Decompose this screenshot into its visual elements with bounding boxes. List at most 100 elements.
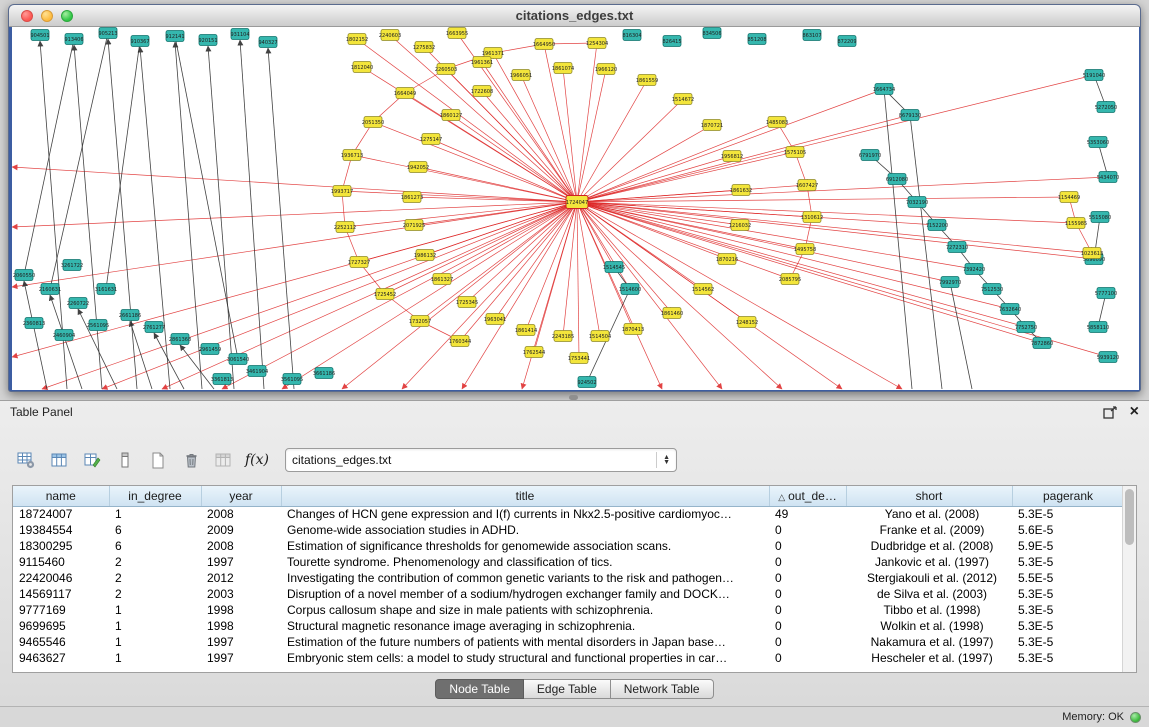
graph-node[interactable]: 1248152 [736,317,758,328]
graph-edge[interactable] [884,89,912,389]
graph-node[interactable]: 1275147 [420,134,442,145]
graph-edge[interactable] [563,202,577,336]
graph-node[interactable]: 872209 [837,36,856,47]
graph-node[interactable]: 1310612 [801,212,823,223]
table-row[interactable]: 1872400712008Changes of HCN gene express… [13,506,1124,522]
graph-node[interactable]: 2252112 [334,222,356,233]
show-columns-icon[interactable] [47,448,71,472]
graph-node[interactable]: 1986132 [414,250,436,261]
graph-node[interactable]: 2051350 [362,117,384,128]
graph-edge[interactable] [577,177,1108,202]
graph-node[interactable]: 1275832 [413,42,435,53]
graph-node[interactable]: 7272310 [946,242,968,253]
graph-edge[interactable] [74,45,102,389]
graph-node[interactable]: 1485083 [766,117,788,128]
table-row[interactable]: 946554611997Estimation of the future num… [13,634,1124,650]
close-window-button[interactable] [21,10,33,22]
graph-node[interactable]: 7392420 [963,264,985,275]
graph-node[interactable]: 1936713 [341,150,363,161]
graph-node[interactable]: 1725345 [456,297,478,308]
graph-node[interactable]: 904501 [30,30,49,41]
graph-node[interactable]: 1870721 [701,120,723,131]
graph-edge[interactable] [577,202,1108,357]
graph-node[interactable]: 1942052 [407,162,429,173]
graph-node[interactable]: 2360813 [23,318,45,329]
graph-edge[interactable] [577,152,795,202]
graph-node[interactable]: 2661186 [119,310,141,321]
graph-edge[interactable] [577,202,782,389]
table-row[interactable]: 1456911722003Disruption of a novel membe… [13,586,1124,602]
network-view[interactable]: 9045019134069052139103679121419201519311… [12,27,1139,390]
edit-columns-icon[interactable] [80,448,104,472]
graph-node[interactable]: 5434070 [1097,172,1119,183]
graph-node[interactable]: 910367 [130,36,149,47]
graph-node[interactable]: 1812040 [351,62,373,73]
graph-edge[interactable] [342,191,577,202]
graph-node[interactable]: 1861327 [431,274,453,285]
graph-node[interactable]: 3361813 [211,374,233,385]
graph-node[interactable]: 6912080 [886,174,908,185]
table-row[interactable]: 911546021997Tourette syndrome. Phenomeno… [13,554,1124,570]
graph-edge[interactable] [563,68,577,202]
graph-node[interactable]: 7152200 [926,220,948,231]
column-header-pagerank[interactable]: pagerank [1012,486,1124,506]
graph-node[interactable]: 1514600 [619,284,641,295]
graph-node[interactable]: 905213 [98,28,117,39]
graph-node[interactable]: 2761277 [143,322,165,333]
graph-node[interactable]: 5858110 [1087,322,1109,333]
graph-node[interactable]: 863107 [802,30,821,41]
delete-table-icon[interactable] [179,448,203,472]
network-canvas[interactable]: 9045019134069052139103679121419201519311… [12,27,1139,390]
tab-network-table[interactable]: Network Table [611,679,714,699]
graph-node[interactable]: 851208 [747,34,766,45]
graph-edge[interactable] [577,197,1069,202]
graph-node[interactable]: 1966051 [510,70,532,81]
table-row[interactable]: 969969511998Structural magnetic resonanc… [13,618,1124,634]
graph-node[interactable]: 2460904 [53,330,75,341]
graph-node[interactable]: 1663955 [446,28,468,39]
graph-node[interactable]: 1514672 [672,94,694,105]
table-row[interactable]: 1938455462009Genome-wide association stu… [13,522,1124,538]
graph-node[interactable]: 913406 [64,34,83,45]
graph-edge[interactable] [482,62,577,202]
graph-node[interactable]: 1607427 [796,180,818,191]
zoom-window-button[interactable] [61,10,73,22]
graph-node[interactable]: 1966120 [595,64,617,75]
graph-edge[interactable] [282,202,577,389]
graph-node[interactable]: 1760344 [449,336,471,347]
graph-node[interactable]: 931104 [230,29,249,40]
function-builder-button[interactable]: f(x) [245,448,269,472]
graph-node[interactable]: 1861460 [661,308,683,319]
float-panel-icon[interactable] [1103,406,1118,419]
table-row[interactable]: 1830029562008Estimation of significance … [13,538,1124,554]
graph-node[interactable]: 1155985 [1065,218,1087,229]
graph-node[interactable]: 7992970 [939,277,961,288]
graph-node[interactable]: 1802152 [346,34,368,45]
graph-edge[interactable] [50,33,108,289]
graph-node[interactable]: 2961459 [199,344,221,355]
graph-node[interactable]: 2561095 [87,320,109,331]
graph-node[interactable]: 1727327 [348,257,370,268]
graph-node[interactable]: 5272050 [1095,102,1117,113]
graph-edge[interactable] [493,53,577,202]
graph-node[interactable]: 1664950 [533,39,555,50]
graph-node[interactable]: 1961361 [471,57,493,68]
graph-node[interactable]: 3661186 [313,368,335,379]
column-header-out_de[interactable]: △out_de… [769,486,846,506]
graph-node[interactable]: 5515080 [1089,212,1111,223]
graph-node[interactable]: 1514545 [603,262,625,273]
graph-node[interactable]: 2260503 [435,64,457,75]
graph-edge[interactable] [577,89,884,202]
graph-node[interactable]: 1993717 [331,186,353,197]
graph-node[interactable]: 834506 [702,28,721,39]
graph-node[interactable]: 1762544 [523,347,545,358]
column-header-year[interactable]: year [201,486,281,506]
graph-edge[interactable] [24,281,47,389]
column-header-in_degree[interactable]: in_degree [109,486,201,506]
graph-node[interactable]: 1664049 [394,88,416,99]
graph-node[interactable]: 826415 [662,36,681,47]
column-icon[interactable] [113,448,137,472]
new-table-icon[interactable] [146,448,170,472]
graph-node[interactable]: 1956812 [721,151,743,162]
graph-node[interactable]: 1861074 [552,63,574,74]
